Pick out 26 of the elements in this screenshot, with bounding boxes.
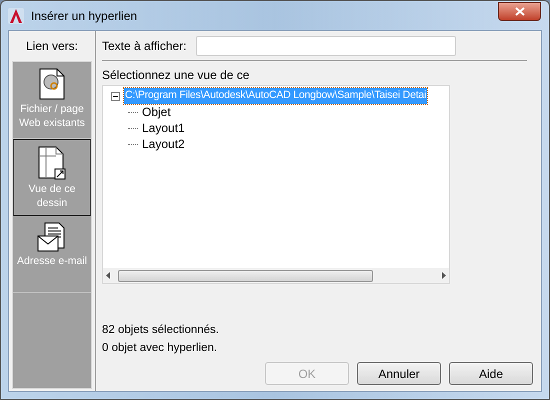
scroll-right-icon[interactable] (440, 272, 446, 279)
status-text: 0 objet avec hyperlien. (102, 342, 218, 355)
tree-label: Sélectionnez une vue de ce (102, 67, 250, 84)
scroll-left-icon[interactable] (106, 272, 112, 279)
sidebar-item-label: Vue de ce dessin (28, 182, 76, 210)
close-button[interactable] (498, 2, 541, 21)
status-text: 82 objets sélectionnés. (102, 324, 220, 337)
horizontal-scrollbar[interactable] (103, 268, 449, 283)
scrollbar-thumb[interactable] (118, 270, 373, 282)
sidebar-item-label: Fichier / page Web existants (18, 102, 86, 130)
display-text-field[interactable] (196, 36, 456, 56)
link-to-label: Lien vers: (26, 38, 78, 55)
tree-item[interactable]: Objet (141, 103, 172, 121)
display-text-label: Texte à afficher: (102, 38, 186, 54)
window-title: Insérer un hyperlien (31, 8, 138, 24)
close-icon (514, 7, 524, 16)
dialog-button[interactable]: Annuler (357, 362, 441, 385)
sidebar-item-label: Adresse e-mail (16, 254, 88, 268)
collapse-icon[interactable] (111, 92, 120, 100)
dialog-button[interactable]: Aide (449, 362, 533, 385)
tree-item[interactable]: Layout2 (141, 135, 186, 153)
tree-item[interactable]: Layout1 (141, 119, 186, 137)
document-globe-icon (39, 68, 65, 100)
app-logo-icon (8, 8, 24, 24)
document-shortcut-icon (38, 146, 66, 180)
envelope-icon (37, 222, 67, 252)
